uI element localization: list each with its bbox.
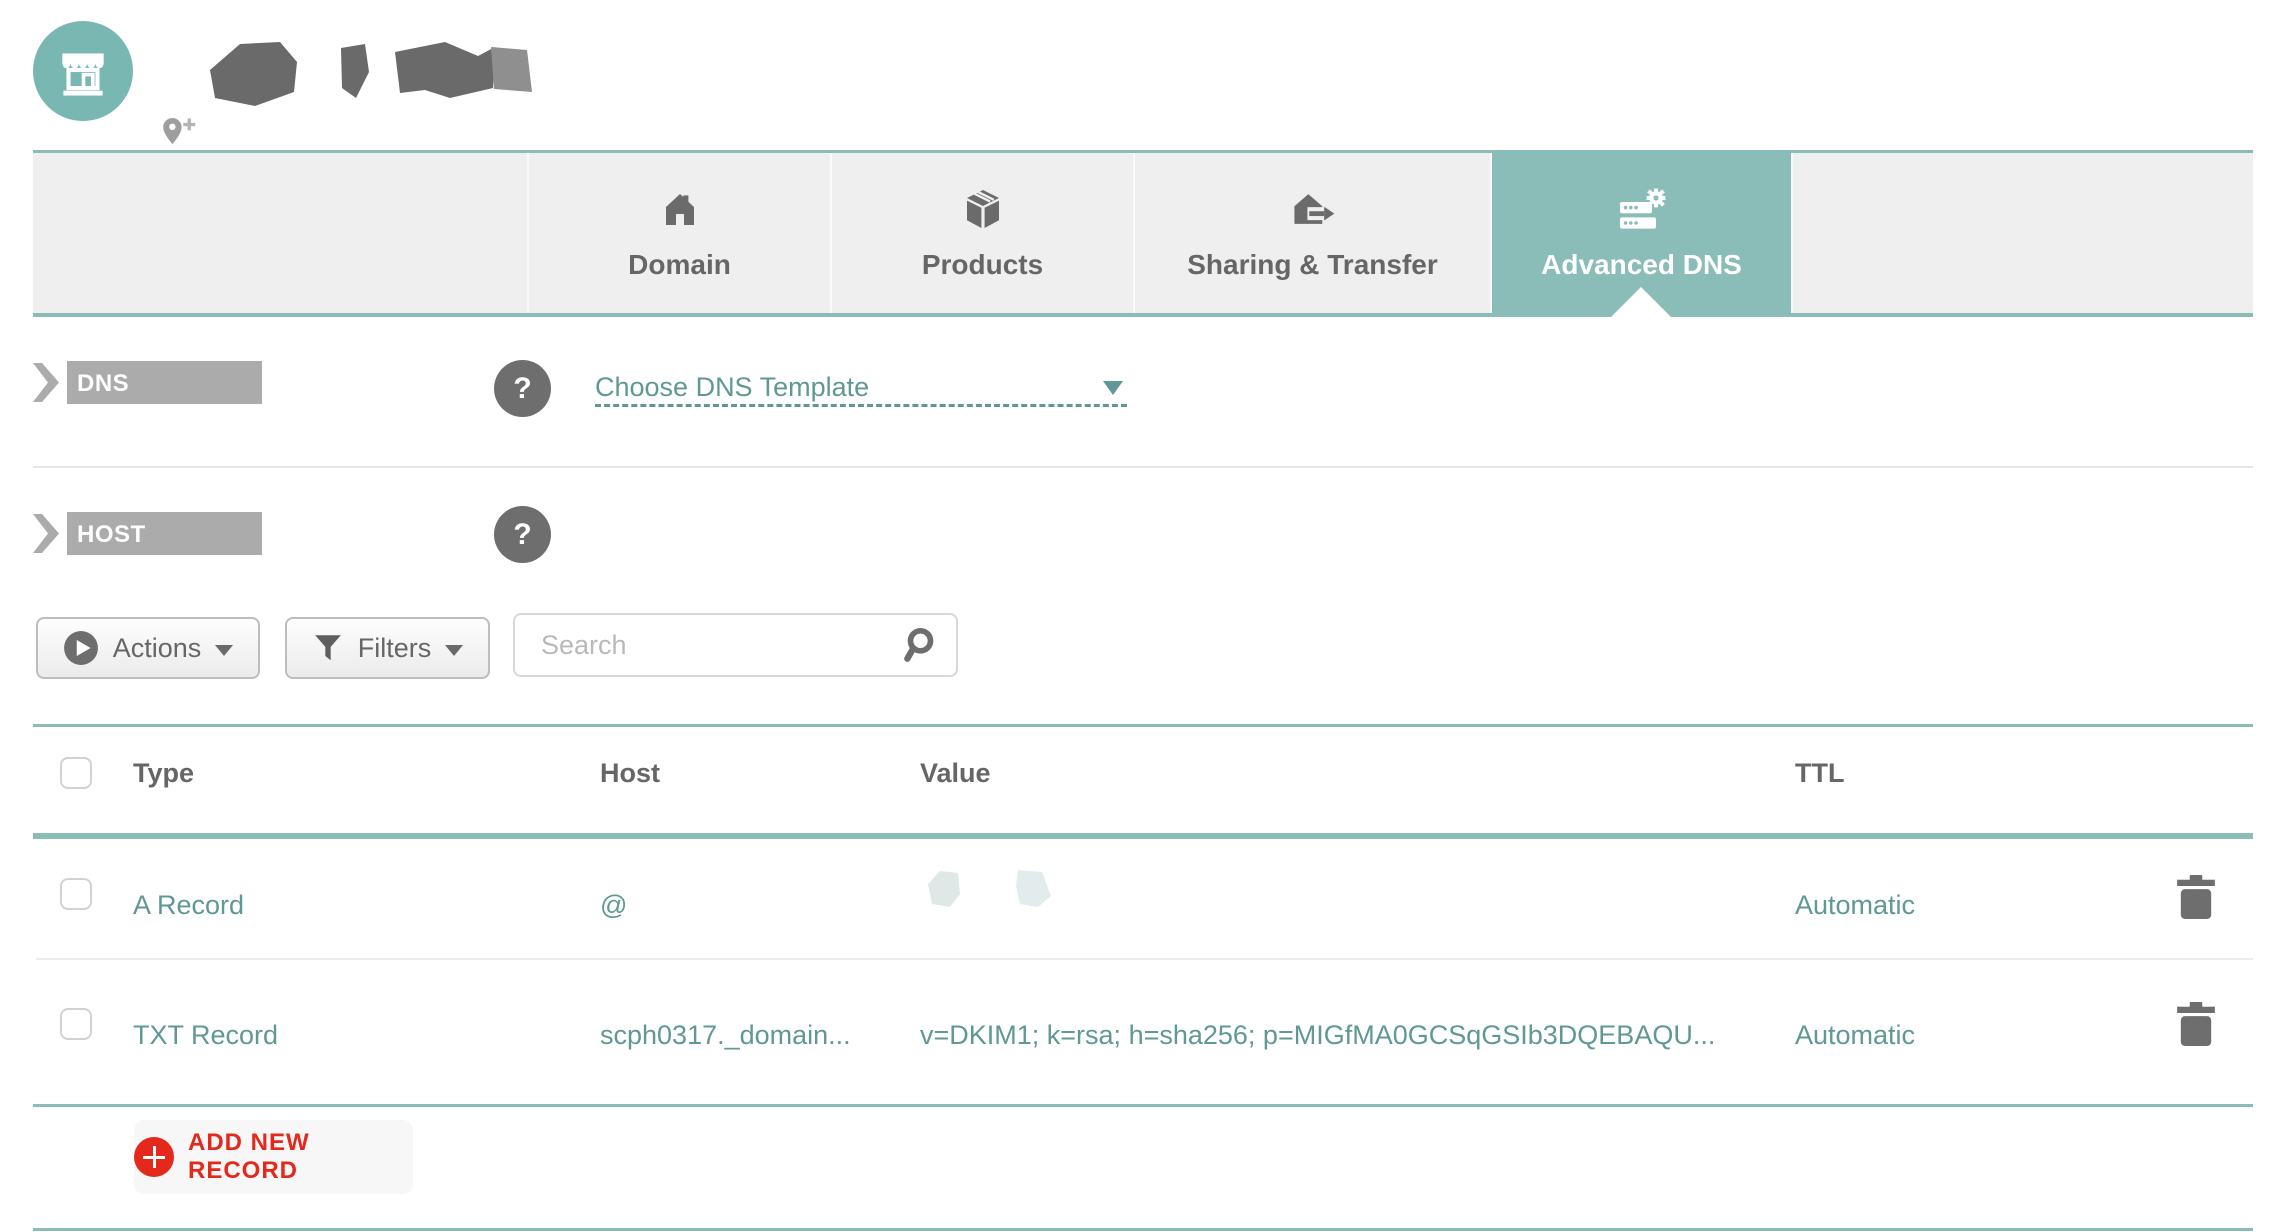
filters-label: Filters: [357, 632, 432, 663]
record-ttl[interactable]: Automatic: [1795, 1020, 1915, 1051]
trash-icon: [2177, 1002, 2215, 1046]
house-icon: [665, 194, 694, 225]
divider: [33, 833, 2253, 839]
divider: [33, 724, 2253, 727]
add-record-label: ADD NEW RECORD: [188, 1129, 310, 1184]
host-records-help-button[interactable]: ?: [494, 506, 551, 563]
dns-templates-ribbon: DNS TEMPLATES: [33, 361, 262, 442]
record-type[interactable]: TXT Record: [133, 1020, 278, 1051]
dropdown-underline: [595, 404, 1127, 407]
column-header-type: Type: [133, 758, 195, 788]
advanced-dns-page: Domain Products Sharing & Transfer Advan…: [0, 0, 2286, 1232]
tab-label: Products: [921, 249, 1044, 280]
question-mark-icon: ?: [513, 371, 532, 405]
filter-funnel-icon: [314, 635, 341, 661]
server-gear-icon: [1619, 188, 1665, 229]
tab-sharing-transfer[interactable]: Sharing & Transfer: [1133, 153, 1490, 313]
record-ttl[interactable]: Automatic: [1795, 890, 1915, 921]
select-all-checkbox[interactable]: [60, 757, 92, 789]
row-checkbox[interactable]: [60, 1008, 92, 1040]
house-arrow-icon: [1293, 194, 1334, 224]
tab-label: Sharing & Transfer: [1187, 249, 1438, 280]
play-circle-icon: [63, 631, 98, 665]
chevron-down-icon: [445, 644, 464, 656]
redacted-domain-name: [210, 42, 532, 106]
account-avatar[interactable]: [33, 21, 133, 121]
pin-plus-icon[interactable]: [158, 112, 198, 152]
redacted-value-blob: [928, 870, 1051, 907]
actions-label: Actions: [112, 632, 202, 663]
divider: [33, 1104, 2253, 1107]
section-label: HOST RECORDS: [77, 521, 201, 593]
host-records-ribbon: HOST RECORDS: [33, 512, 262, 593]
delete-record-button[interactable]: [2176, 1002, 2216, 1046]
tab-label: Advanced DNS: [1541, 249, 1742, 280]
domain-nav-tabbar: Domain Products Sharing & Transfer Advan…: [33, 150, 2253, 317]
add-new-record-button[interactable]: ADD NEW RECORD: [134, 1120, 413, 1194]
dns-templates-help-button[interactable]: ?: [494, 360, 551, 417]
column-header-host: Host: [600, 758, 660, 788]
tab-domain[interactable]: Domain: [527, 153, 830, 313]
tab-label: Domain: [628, 249, 731, 280]
record-value[interactable]: v=DKIM1; k=rsa; h=sha256; p=MIGfMA0GCSqG…: [920, 1020, 1715, 1051]
column-header-ttl: TTL: [1795, 758, 1845, 788]
divider: [33, 466, 2253, 468]
divider: [36, 958, 2253, 960]
search-box: [513, 613, 958, 677]
divider: [33, 1228, 2253, 1231]
trash-icon: [2177, 875, 2215, 919]
column-header-value: Value: [920, 758, 991, 788]
actions-button[interactable]: Actions: [36, 617, 260, 679]
chevron-down-icon: [215, 644, 234, 656]
record-host[interactable]: scph0317._domain...: [600, 1020, 851, 1051]
record-type[interactable]: A Record: [133, 890, 244, 921]
search-input[interactable]: [539, 628, 898, 662]
filters-button[interactable]: Filters: [285, 617, 490, 679]
plus-icon: [134, 1137, 174, 1177]
question-mark-icon: ?: [513, 517, 532, 551]
record-host[interactable]: @: [600, 890, 627, 921]
section-label: DNS TEMPLATES: [77, 370, 226, 442]
tab-products[interactable]: Products: [830, 153, 1133, 313]
row-checkbox[interactable]: [60, 878, 92, 910]
search-icon[interactable]: [898, 625, 938, 665]
chevron-down-icon[interactable]: [1103, 381, 1123, 395]
choose-dns-template-dropdown[interactable]: Choose DNS Template: [595, 372, 869, 403]
storefront-icon: [62, 53, 104, 96]
active-tab-notch: [1611, 287, 1671, 317]
delete-record-button[interactable]: [2176, 875, 2216, 919]
package-box-icon: [966, 190, 999, 228]
